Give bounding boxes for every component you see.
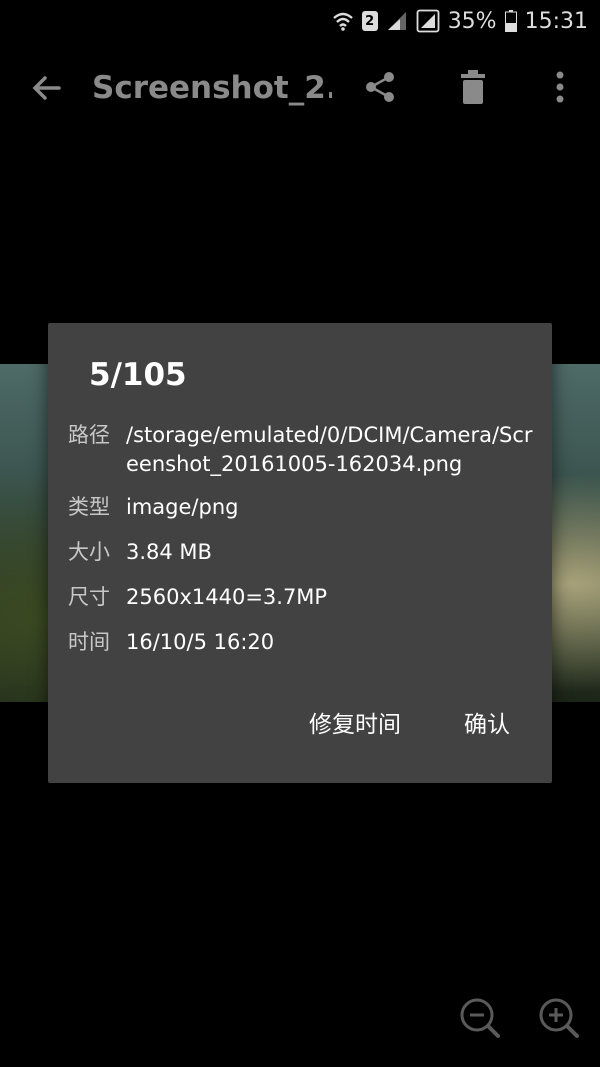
- detail-label: 时间: [68, 630, 110, 654]
- signal-no-sim-icon: [416, 9, 440, 33]
- detail-label: 大小: [68, 540, 110, 564]
- detail-value: /storage/emulated/0/DCIM/Camera/Screensh…: [126, 423, 533, 476]
- sim-slot-badge: 2: [361, 11, 378, 31]
- image-details-dialog: 5/105 路径 /storage/emulated/0/DCIM/Camera…: [48, 323, 552, 783]
- detail-row-time: 时间 16/10/5 16:20: [68, 628, 536, 657]
- signal-icon: [386, 10, 408, 32]
- detail-row-type: 类型 image/png: [68, 493, 536, 522]
- detail-value: 16/10/5 16:20: [126, 630, 275, 654]
- arrow-back-icon: [32, 76, 61, 100]
- fix-time-button[interactable]: 修复时间: [305, 701, 405, 743]
- page-title: Screenshot_2...: [92, 70, 332, 106]
- zoom-in-button[interactable]: [536, 995, 582, 1041]
- more-vert-icon: [556, 71, 564, 103]
- zoom-out-button[interactable]: [457, 995, 503, 1041]
- detail-row-size: 大小 3.84 MB: [68, 538, 536, 567]
- detail-label: 路径: [68, 423, 110, 447]
- status-bar: 2 35% 15:31: [0, 0, 600, 42]
- share-button[interactable]: [355, 62, 405, 112]
- zoom-in-icon: [539, 998, 579, 1038]
- detail-row-dimensions: 尺寸 2560x1440=3.7MP: [68, 583, 536, 612]
- back-button[interactable]: [22, 63, 72, 113]
- battery-percent: 35%: [447, 8, 497, 34]
- more-options-button[interactable]: [535, 62, 585, 112]
- detail-value: 2560x1440=3.7MP: [126, 585, 328, 609]
- detail-label: 类型: [68, 495, 110, 519]
- app-bar: Screenshot_2...: [0, 42, 600, 134]
- battery-icon: [504, 10, 517, 32]
- dialog-title: 5/105: [89, 357, 187, 393]
- detail-label: 尺寸: [68, 585, 110, 609]
- wifi-icon: [332, 10, 354, 32]
- trash-icon: [461, 70, 485, 104]
- clock-time: 15:31: [524, 8, 588, 34]
- delete-button[interactable]: [448, 62, 498, 112]
- detail-row-path: 路径 /storage/emulated/0/DCIM/Camera/Scree…: [68, 421, 536, 479]
- share-icon: [366, 72, 394, 102]
- confirm-button[interactable]: 确认: [460, 701, 514, 743]
- detail-value: 3.84 MB: [126, 540, 212, 564]
- zoom-out-icon: [460, 998, 500, 1038]
- detail-value: image/png: [126, 495, 239, 519]
